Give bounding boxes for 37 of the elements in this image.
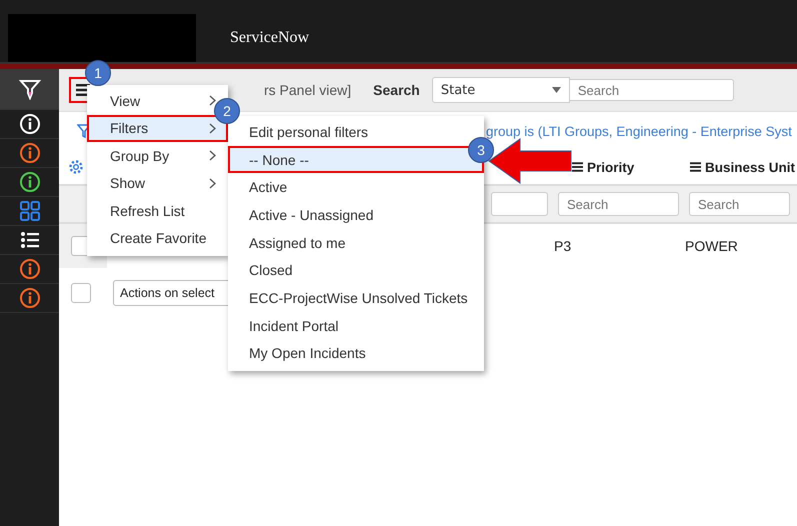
menu-item[interactable]: My Open Incidents [249, 345, 366, 362]
menu-item[interactable]: ECC-ProjectWise Unsolved Tickets [249, 290, 468, 306]
app-title: ServiceNow [230, 29, 310, 47]
caret-icon [552, 87, 561, 93]
column-search-field[interactable] [491, 192, 548, 216]
menu-item[interactable]: Assigned to me [249, 234, 346, 251]
menu-item[interactable]: Edit personal filters [249, 124, 368, 140]
menu-item[interactable]: Filters [87, 114, 228, 142]
column-header[interactable]: Priority [587, 160, 634, 174]
search-field[interactable]: Search [570, 79, 734, 101]
column-header[interactable]: Business Unit [705, 160, 796, 174]
menu-item[interactable]: Show [110, 175, 146, 192]
menu-item[interactable]: Create Favorite [110, 230, 206, 246]
menu-item[interactable]: View [110, 92, 140, 109]
column-menu-icon[interactable] [690, 162, 701, 172]
menu-item[interactable]: Active - Unassigned [249, 206, 374, 223]
chevron-icon [209, 122, 216, 134]
menu-item[interactable]: Active [249, 179, 288, 196]
menu-item[interactable]: Refresh List [110, 202, 185, 219]
column-search-field[interactable]: Search [689, 192, 790, 216]
field-select[interactable]: State [432, 77, 570, 103]
chevron-icon [209, 95, 216, 106]
table-cell-text: POWER [685, 238, 739, 254]
menu-item[interactable]: Incident Portal [249, 318, 338, 334]
list-title: rs Panel view] [264, 82, 352, 98]
chevron-icon [209, 150, 216, 162]
sidebar-item[interactable] [0, 69, 59, 110]
search-label: Search [373, 82, 420, 98]
checkbox[interactable] [71, 283, 91, 303]
menu-item[interactable]: Closed [249, 262, 293, 278]
column-search-field[interactable]: Search [558, 192, 679, 216]
table-cell-text: P3 [554, 238, 572, 254]
settings-icon[interactable] [67, 158, 85, 176]
column-menu-icon[interactable] [572, 162, 583, 172]
filter-breadcrumb[interactable]: group is (LTI Groups, Engineering - Enterprise Syst [486, 124, 792, 138]
menu-item[interactable]: Group By [110, 148, 170, 164]
chevron-icon [209, 178, 216, 189]
